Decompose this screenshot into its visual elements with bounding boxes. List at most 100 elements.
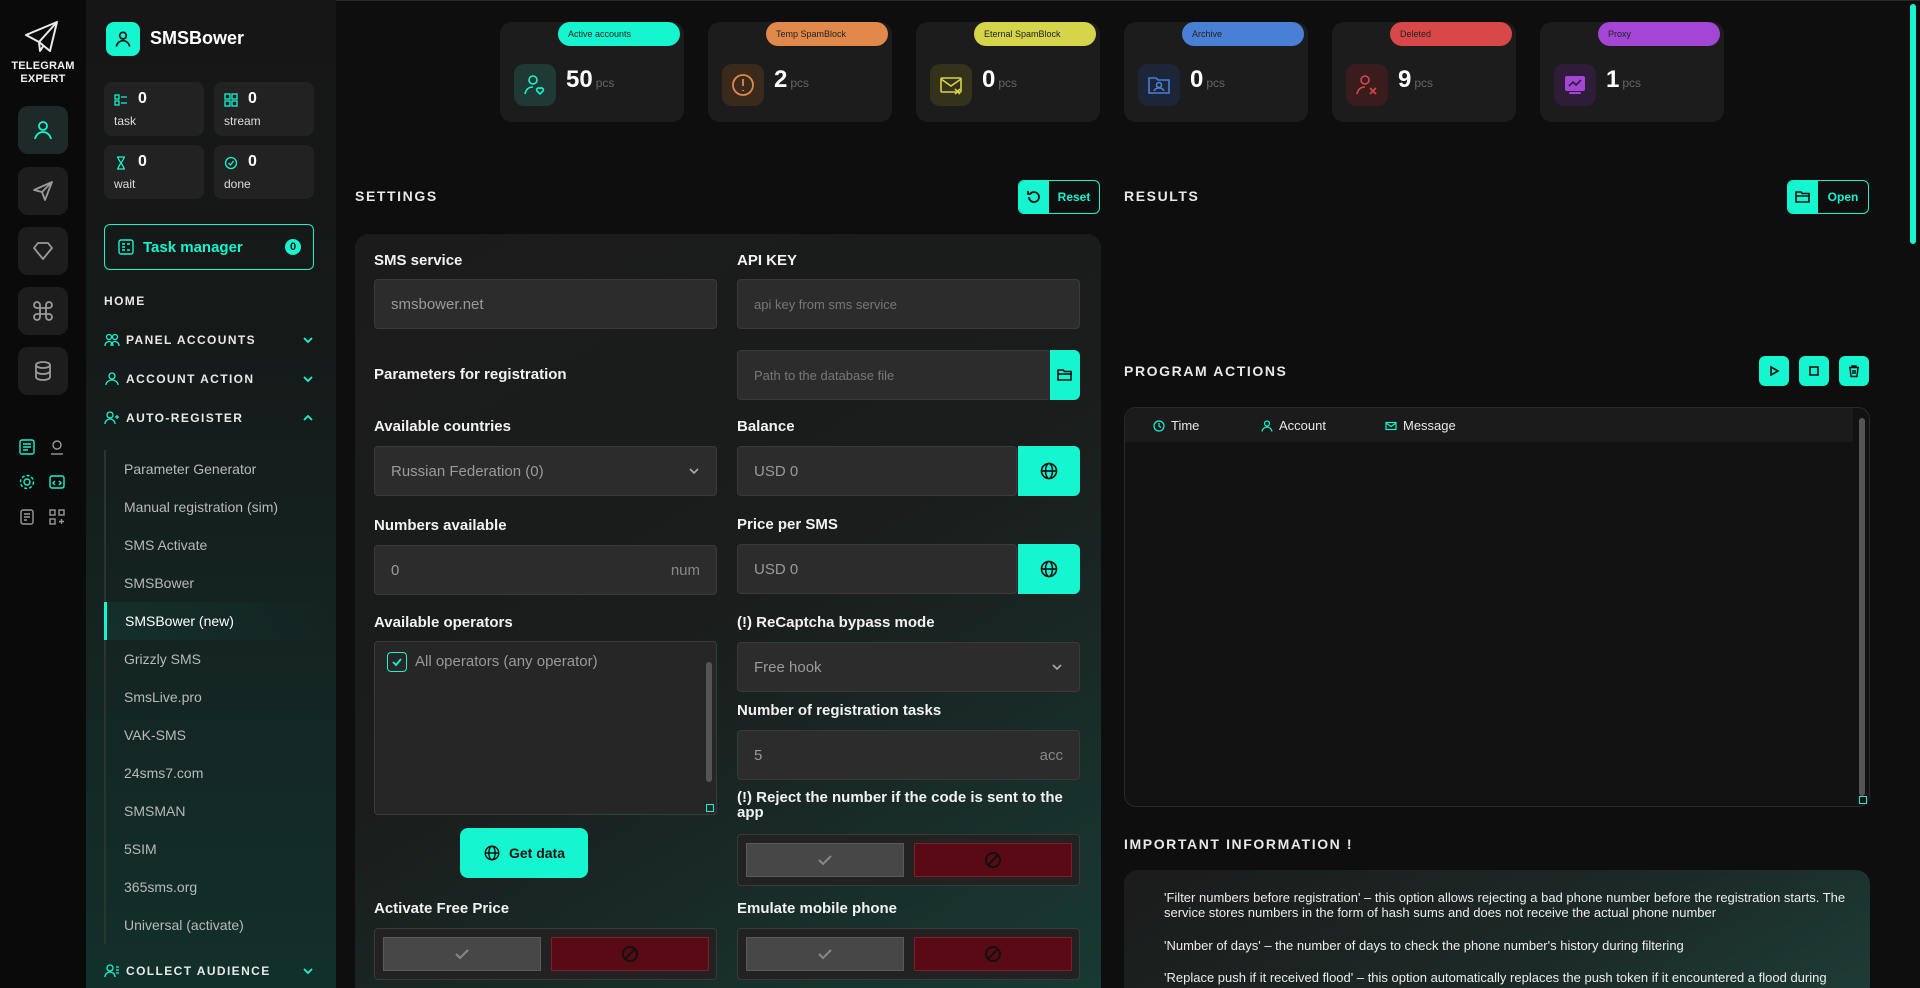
rail-settings-button[interactable] (16, 471, 38, 493)
emulate-yes-button[interactable] (746, 937, 904, 971)
db-path-input[interactable]: Path to the database file (737, 350, 1051, 400)
rail-location-button[interactable] (46, 436, 68, 458)
play-button[interactable] (1759, 356, 1789, 386)
info-title: IMPORTANT INFORMATION ! (1124, 836, 1354, 852)
rail-widgets-button[interactable] (46, 506, 68, 528)
task-manager-button[interactable]: Task manager 0 (104, 224, 314, 270)
rail-send-button[interactable] (18, 167, 68, 215)
clear-log-button[interactable] (1839, 356, 1869, 386)
submenu-5sim[interactable]: 5SIM (104, 830, 336, 868)
log-col-time[interactable]: Time (1153, 418, 1199, 433)
open-button[interactable]: Open (1787, 180, 1869, 214)
card-active-accounts-unit: pcs (595, 76, 615, 90)
results-title: RESULTS (1124, 188, 1200, 204)
submenu-universal-activate[interactable]: Universal (activate) (104, 906, 336, 944)
operators-checkbox[interactable] (387, 652, 407, 672)
log-scrollbar[interactable] (1859, 418, 1865, 796)
program-log[interactable]: Time Account Message (1124, 407, 1870, 807)
rail-notes-button[interactable] (16, 506, 38, 528)
recaptcha-select[interactable]: Free hook (737, 642, 1080, 692)
chevron-down-icon (303, 376, 313, 383)
submenu-smslive-pro[interactable]: SmsLive.pro (104, 678, 336, 716)
free-price-no-button[interactable] (551, 937, 709, 971)
card-temp-spamblock-unit: pcs (790, 76, 810, 90)
ban-icon (622, 946, 638, 962)
stat-stream-value: 0 (248, 90, 257, 107)
card-temp-spamblock-icon-wrap (722, 64, 764, 106)
submenu-smsbower[interactable]: SMSBower (104, 564, 336, 602)
price-refresh-button[interactable] (1018, 544, 1080, 594)
nav-account-action[interactable]: ACCOUNT ACTION (104, 372, 314, 386)
emulate-no-button[interactable] (914, 937, 1072, 971)
rail-command-button[interactable] (18, 287, 68, 335)
card-active-accounts[interactable]: Active accounts 50 pcs (500, 22, 684, 122)
card-deleted[interactable]: Deleted 9 pcs (1332, 22, 1516, 122)
api-key-label: API KEY (737, 252, 798, 269)
play-icon (1770, 365, 1780, 377)
users-icon (104, 333, 120, 347)
submenu-manual-registration[interactable]: Manual registration (sim) (104, 488, 336, 526)
card-temp-spamblock[interactable]: Temp SpamBlock 2 pcs (708, 22, 892, 122)
rail-database-button[interactable] (18, 347, 68, 395)
card-eternal-spamblock-unit: pcs (998, 76, 1018, 90)
submenu-sms-activate[interactable]: SMS Activate (104, 526, 336, 564)
reject-no-button[interactable] (914, 843, 1072, 877)
get-data-button[interactable]: Get data (460, 828, 588, 878)
location-icon (51, 440, 63, 455)
settings-title: SETTINGS (355, 188, 438, 204)
countries-select[interactable]: Russian Federation (0) (374, 446, 717, 496)
numbers-label: Numbers available (374, 517, 507, 534)
submenu-smsbower-new[interactable]: SMSBower (new) (104, 602, 336, 640)
card-archive[interactable]: Archive 0 pcs (1124, 22, 1308, 122)
reset-button[interactable]: Reset (1018, 180, 1100, 214)
rail-list-button[interactable] (16, 436, 38, 458)
rail-accounts-button[interactable] (18, 106, 68, 154)
submenu-24sms7[interactable]: 24sms7.com (104, 754, 336, 792)
reg-tasks-input[interactable]: 5 acc (737, 730, 1080, 780)
reject-yes-button[interactable] (746, 843, 904, 877)
free-price-yes-button[interactable] (383, 937, 541, 971)
card-deleted-unit: pcs (1414, 76, 1434, 90)
check-icon (818, 949, 832, 960)
price-value: USD 0 (754, 560, 799, 578)
db-browse-button[interactable] (1050, 350, 1080, 400)
balance-refresh-button[interactable] (1018, 446, 1080, 496)
balance-value: USD 0 (754, 462, 799, 480)
log-col-message[interactable]: Message (1385, 418, 1456, 433)
log-resize-grip[interactable] (1859, 796, 1867, 804)
task-icon (114, 94, 127, 106)
submenu-vak-sms[interactable]: VAK-SMS (104, 716, 336, 754)
submenu-parameter-generator[interactable]: Parameter Generator (104, 450, 336, 488)
operators-list[interactable]: All operators (any operator) (374, 641, 717, 815)
nav-home[interactable]: HOME (104, 294, 314, 308)
operators-resize-grip[interactable] (706, 804, 714, 812)
chevron-down-icon (303, 968, 313, 975)
log-col-account[interactable]: Account (1261, 418, 1326, 433)
reject-toggle (737, 834, 1080, 886)
nav-auto-register[interactable]: AUTO-REGISTER (104, 411, 314, 425)
api-key-input[interactable]: api key from sms service (737, 279, 1080, 329)
submenu-grizzly-sms[interactable]: Grizzly SMS (104, 640, 336, 678)
sms-service-input[interactable]: smsbower.net (374, 279, 717, 329)
folder-open-icon (1057, 369, 1072, 381)
card-proxy-value: 1 pcs (1606, 66, 1641, 94)
card-eternal-spamblock[interactable]: Eternal SpamBlock 0 pcs (916, 22, 1100, 122)
nav-panel-accounts[interactable]: PANEL ACCOUNTS (104, 333, 314, 347)
stat-done-value: 0 (248, 153, 257, 170)
card-temp-spamblock-tag: Temp SpamBlock (766, 22, 888, 46)
rail-code-button[interactable] (46, 471, 68, 493)
submenu-365sms[interactable]: 365sms.org (104, 868, 336, 906)
rail-diamond-button[interactable] (18, 227, 68, 275)
card-temp-spamblock-number: 2 (774, 66, 788, 93)
operators-scrollbar[interactable] (706, 662, 712, 782)
stop-button[interactable] (1799, 356, 1829, 386)
nav-collect-audience[interactable]: COLLECT AUDIENCE (104, 964, 314, 978)
operators-option-label: All operators (any operator) (415, 653, 598, 670)
card-archive-unit: pcs (1206, 76, 1226, 90)
page-scrollbar[interactable] (1910, 4, 1916, 244)
brand-text: TELEGRAM EXPERT (6, 60, 80, 86)
card-deleted-tag: Deleted (1390, 22, 1512, 46)
card-proxy[interactable]: Proxy 1 pcs (1540, 22, 1724, 122)
submenu-smsman[interactable]: SMSMAN (104, 792, 336, 830)
mail-block-icon (940, 77, 962, 95)
